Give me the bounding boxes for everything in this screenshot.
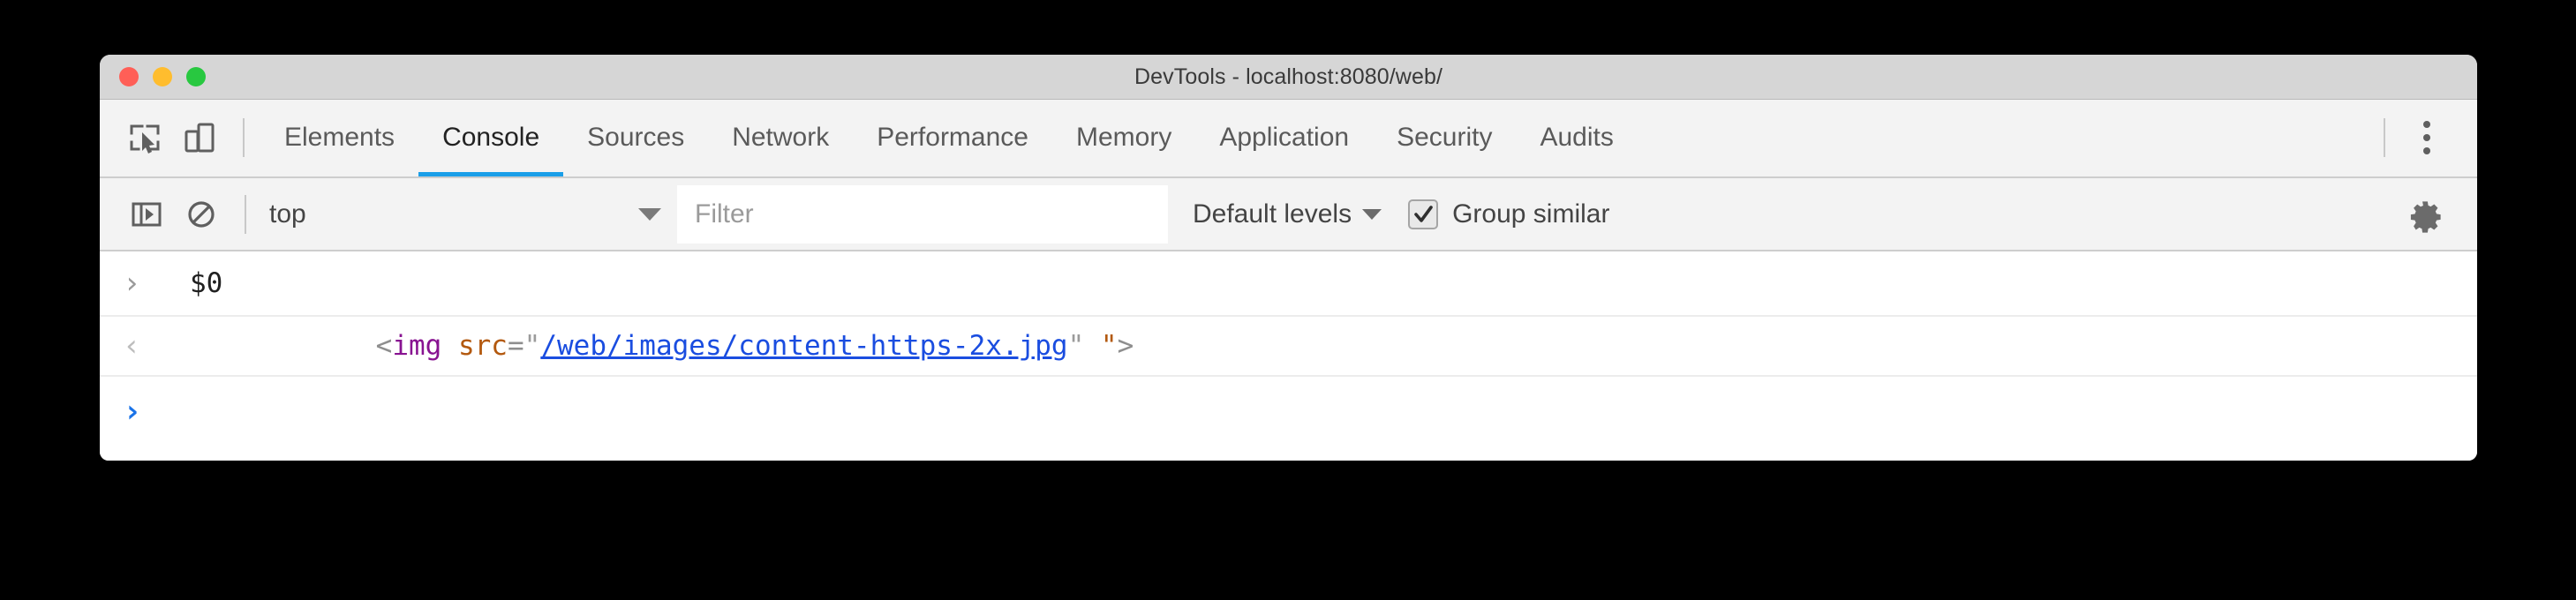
tab-audits[interactable]: Audits — [1516, 100, 1637, 175]
execution-context-value: top — [269, 199, 306, 229]
log-levels-label: Default levels — [1193, 199, 1352, 229]
tab-label: Application — [1219, 122, 1350, 152]
token-equals: = — [507, 330, 524, 362]
console-toolbar: top Default levels Group similar — [100, 178, 2477, 251]
more-options-icon — [2423, 120, 2430, 128]
chevron-right-icon: › — [123, 394, 142, 430]
token-quote-close: " — [1067, 330, 1085, 362]
tab-label: Audits — [1540, 122, 1614, 152]
clear-console-button[interactable] — [174, 187, 229, 242]
log-levels-select[interactable]: Default levels — [1193, 199, 1382, 229]
token-gt: > — [1117, 330, 1134, 362]
more-options-button[interactable] — [2401, 110, 2452, 165]
token-quote-open: " — [523, 330, 541, 362]
panel-tabs: Elements Console Sources Network Perform… — [260, 100, 1638, 176]
tab-performance[interactable]: Performance — [853, 100, 1052, 175]
tab-security[interactable]: Security — [1373, 100, 1516, 175]
tab-application[interactable]: Application — [1195, 100, 1373, 175]
more-options-icon — [2423, 146, 2430, 154]
chevron-down-icon — [638, 207, 661, 221]
prompt-marker: › — [123, 396, 165, 428]
device-toolbar-button[interactable] — [172, 110, 227, 165]
token-punct: < — [375, 330, 393, 362]
token-tag: img — [392, 330, 442, 362]
settings-button[interactable] — [2398, 187, 2452, 242]
tab-label: Memory — [1075, 122, 1172, 152]
console-toolbar-divider — [245, 194, 246, 234]
tab-memory[interactable]: Memory — [1052, 100, 1195, 175]
group-similar-toggle[interactable]: Group similar — [1408, 199, 1609, 229]
more-options-icon — [2423, 133, 2430, 141]
tab-label: Console — [442, 122, 540, 152]
output-marker: ‹ — [123, 331, 165, 361]
tab-sources[interactable]: Sources — [563, 100, 708, 175]
tab-elements[interactable]: Elements — [260, 100, 418, 175]
chevron-right-icon: › — [123, 266, 141, 301]
chevron-down-icon — [1362, 208, 1382, 220]
input-marker: › — [123, 268, 165, 298]
group-similar-label: Group similar — [1452, 199, 1610, 229]
inspect-element-button[interactable] — [117, 110, 172, 165]
execution-context-select[interactable]: top — [262, 188, 677, 241]
console-sidebar-icon — [132, 202, 162, 226]
window-title: DevTools - localhost:8080/web/ — [1134, 64, 1443, 89]
chevron-left-icon: ‹ — [123, 328, 141, 364]
console-prompt-row[interactable]: › — [100, 377, 2477, 447]
check-icon — [1414, 205, 1433, 222]
devtools-tabbar: Elements Console Sources Network Perform… — [100, 100, 2477, 178]
console-sidebar-button[interactable] — [119, 187, 174, 242]
tab-console[interactable]: Console — [418, 100, 564, 176]
console-link[interactable]: /web/images/content-https-2x.jpg — [540, 330, 1067, 362]
inspect-element-icon — [130, 124, 160, 154]
gear-icon — [2410, 200, 2441, 233]
tab-label: Elements — [284, 122, 395, 152]
window-titlebar: DevTools - localhost:8080/web/ — [100, 55, 2477, 100]
console-output-row[interactable]: ‹ <img src="/web/images/content-https-2x… — [100, 315, 2477, 377]
console-input-text: $0 — [190, 267, 223, 299]
console-message-list[interactable]: › $0 ‹ <img src="/web/images/content-htt… — [100, 251, 2477, 461]
screen: DevTools - localhost:8080/web/ Elements … — [0, 0, 2576, 600]
devtools-window: DevTools - localhost:8080/web/ Elements … — [100, 55, 2477, 461]
tab-label: Network — [732, 122, 830, 152]
tab-label: Sources — [587, 122, 685, 152]
token-attribute: src — [457, 330, 508, 362]
filter-input[interactable] — [677, 184, 1168, 244]
tabbar-divider-right — [2384, 117, 2385, 157]
tab-network[interactable]: Network — [708, 100, 853, 175]
clear-console-icon — [188, 200, 215, 228]
device-toolbar-icon — [185, 123, 215, 152]
tab-label: Performance — [877, 122, 1028, 152]
token-quote-extra: " — [1100, 330, 1118, 362]
tab-label: Security — [1397, 122, 1493, 152]
tabbar-divider-left — [243, 117, 245, 157]
group-similar-checkbox[interactable] — [1408, 199, 1439, 229]
